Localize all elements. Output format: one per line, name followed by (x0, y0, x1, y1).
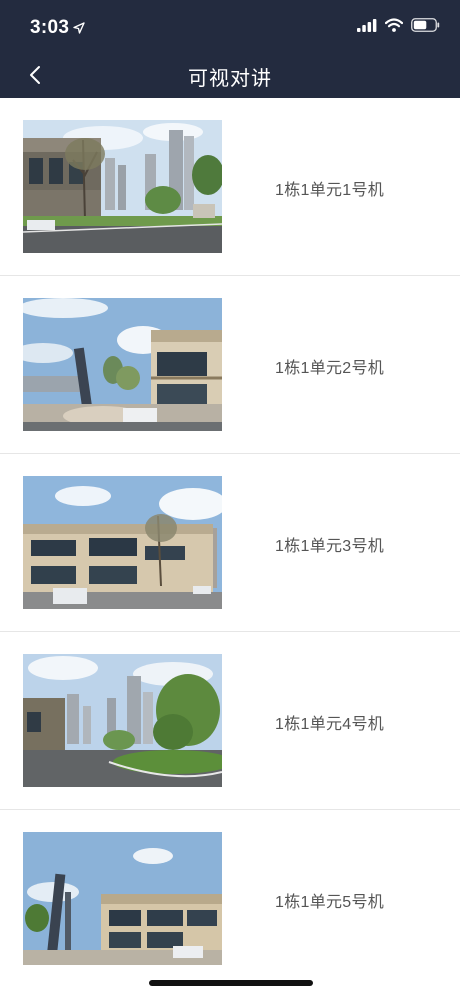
device-thumbnail-4 (23, 654, 222, 787)
location-arrow-icon (73, 22, 85, 34)
status-icons (357, 18, 440, 32)
device-list-item[interactable]: 1栋1单元1号机 (0, 98, 460, 276)
header: 3:03 可视对讲 (0, 0, 460, 98)
building-photo-5 (23, 832, 222, 965)
wifi-icon (385, 18, 403, 32)
building-photo-3 (23, 476, 222, 609)
device-thumbnail-5 (23, 832, 222, 965)
device-label: 1栋1单元1号机 (275, 182, 385, 199)
screen: 3:03 可视对讲 1栋1单元1号机 1栋1单元2号机 1栋1单元3号机 1栋1… (0, 0, 460, 996)
building-photo-1 (23, 120, 222, 253)
cellular-signal-icon (357, 18, 377, 32)
device-thumbnail-1 (23, 120, 222, 253)
device-label: 1栋1单元4号机 (275, 716, 385, 733)
nav-bar: 可视对讲 (0, 52, 460, 98)
building-photo-4 (23, 654, 222, 787)
status-time-text: 3:03 (30, 17, 70, 38)
device-label: 1栋1单元3号机 (275, 538, 385, 555)
device-list-item[interactable]: 1栋1单元2号机 (0, 276, 460, 454)
battery-icon (411, 18, 440, 32)
device-label: 1栋1单元5号机 (275, 894, 385, 911)
status-time: 3:03 (30, 17, 85, 39)
device-label: 1栋1单元2号机 (275, 360, 385, 377)
intercom-device-list: 1栋1单元1号机 1栋1单元2号机 1栋1单元3号机 1栋1单元4号机 1栋1单… (0, 98, 460, 988)
device-thumbnail-2 (23, 298, 222, 431)
device-list-item[interactable]: 1栋1单元4号机 (0, 632, 460, 810)
building-photo-2 (23, 298, 222, 431)
device-list-item[interactable]: 1栋1单元5号机 (0, 810, 460, 988)
page-title: 可视对讲 (188, 68, 272, 90)
status-bar: 3:03 (0, 0, 460, 52)
home-indicator (149, 980, 313, 986)
device-thumbnail-3 (23, 476, 222, 609)
device-list-item[interactable]: 1栋1单元3号机 (0, 454, 460, 632)
